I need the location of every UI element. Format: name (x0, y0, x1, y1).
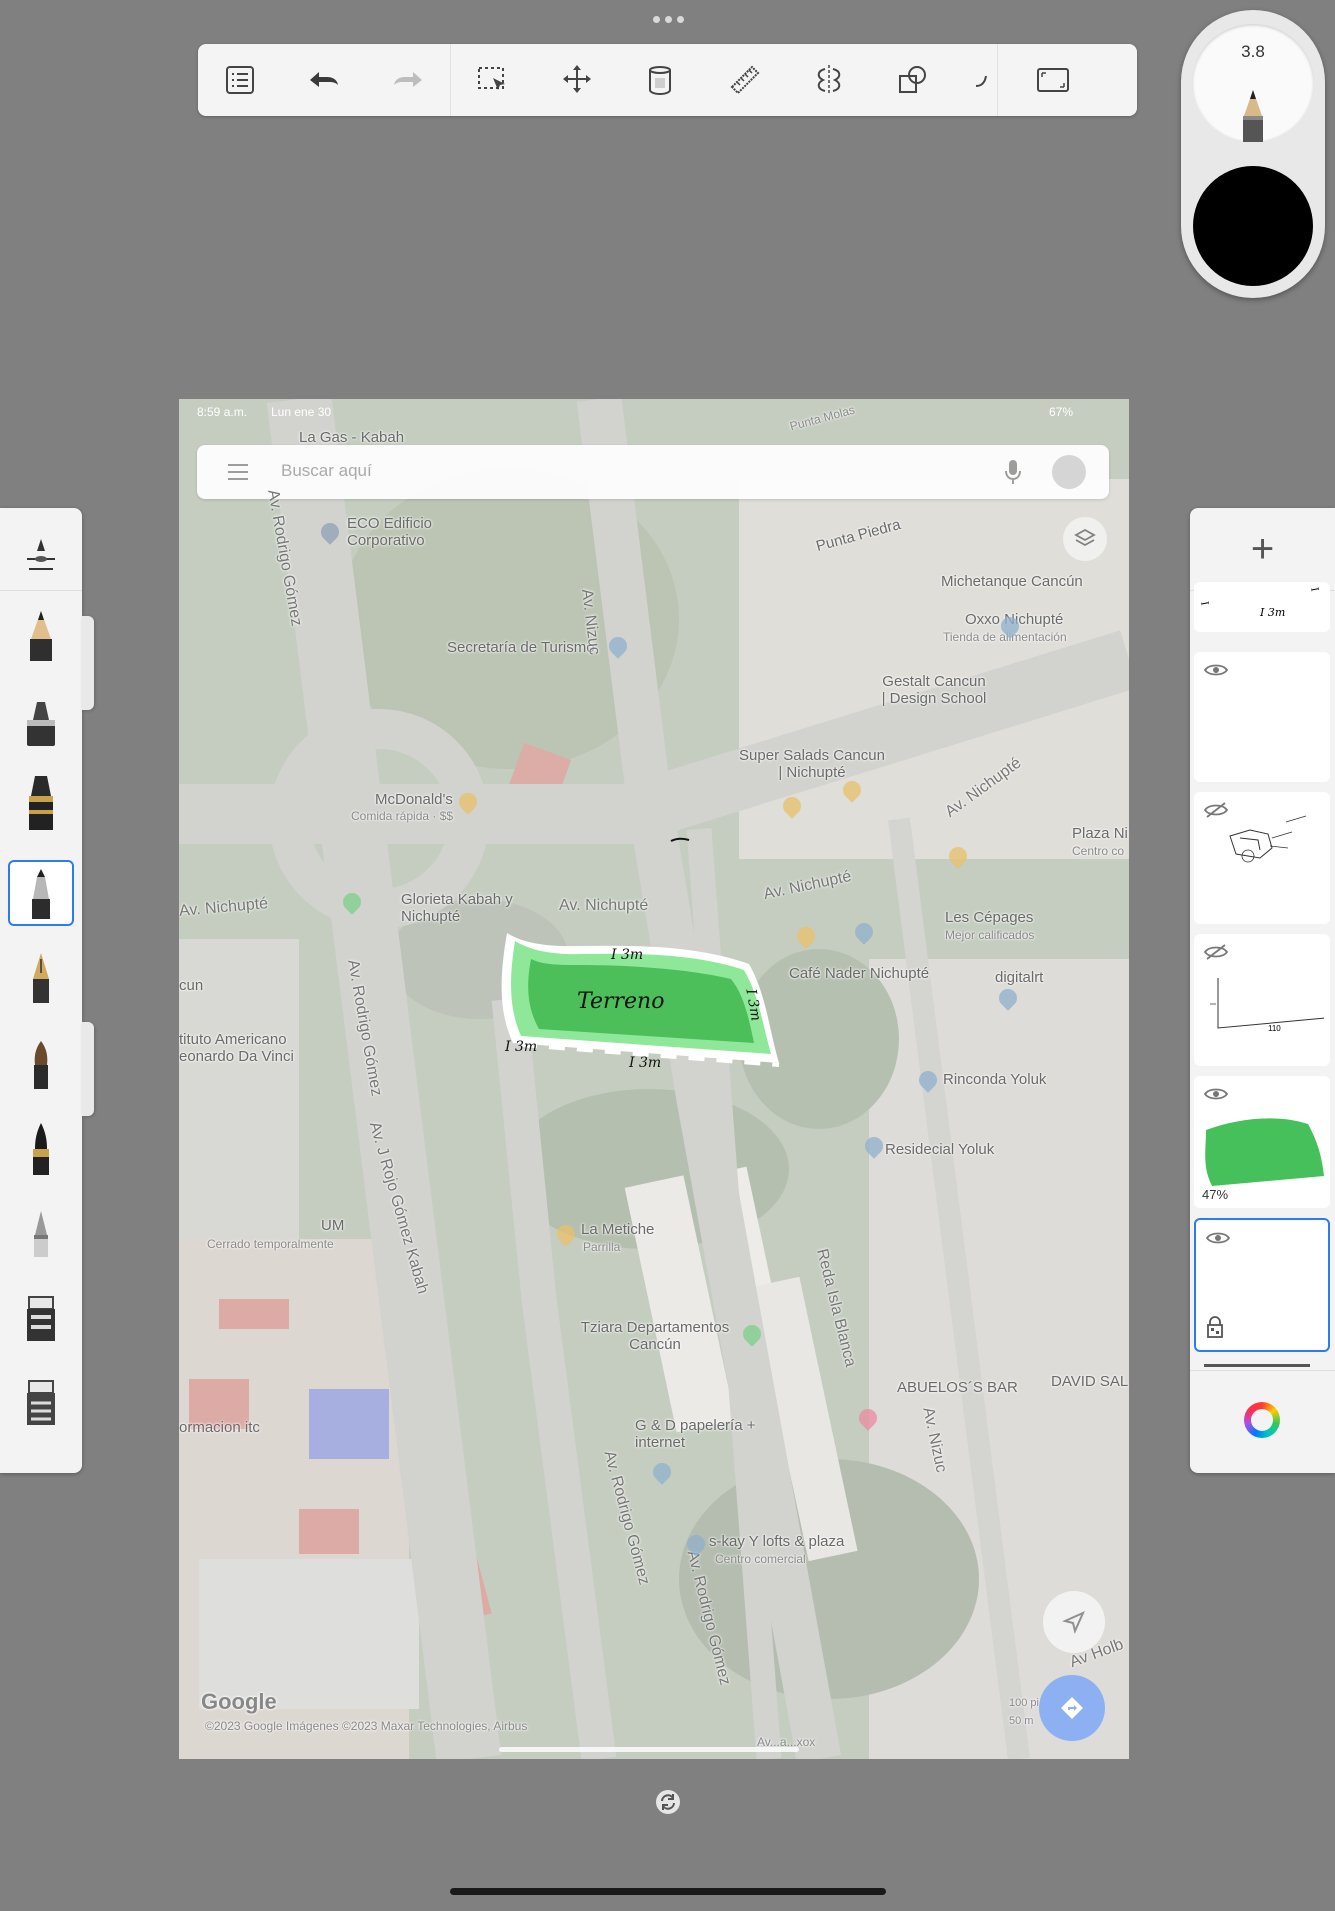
redo-button[interactable] (366, 44, 450, 116)
marker-icon (27, 702, 55, 746)
layer-opacity: 47% (1202, 1187, 1229, 1202)
dot (652, 15, 660, 23)
green-fill-thumbnail (1205, 1118, 1324, 1186)
ruler-icon (730, 65, 760, 95)
color-well[interactable] (1193, 166, 1313, 286)
layer-sketch[interactable] (1194, 792, 1330, 924)
redo-icon (394, 72, 422, 87)
stray-stroke (670, 837, 690, 842)
panel-divider (0, 590, 82, 591)
brush-opacity-slider[interactable] (82, 1022, 94, 1116)
dot (676, 15, 684, 23)
eye-hidden-icon[interactable] (1204, 944, 1228, 960)
eraser-icon (27, 1296, 55, 1341)
axes-thumbnail (1210, 978, 1324, 1029)
brush-size-value: 3.8 (1241, 42, 1265, 61)
calligraphy-pen-icon (33, 953, 49, 1003)
undo-icon (310, 72, 338, 87)
soft-eraser-icon (27, 1380, 55, 1425)
brush-paint-brush[interactable] (8, 1032, 74, 1098)
paint-bucket-icon (649, 66, 671, 96)
toolbar-group-history (198, 44, 450, 116)
fill-button[interactable] (619, 44, 703, 116)
brush-fountain-pen[interactable] (8, 770, 74, 836)
layer-thumb-text: 110 (1268, 1024, 1281, 1033)
list-icon (226, 66, 254, 94)
layer-green-fill[interactable]: 47% (1194, 1076, 1330, 1208)
layers-panel: + I 3m I I 110 47% (1190, 508, 1335, 1473)
brush-calligraphy-pen[interactable] (8, 946, 74, 1012)
undo-button[interactable] (282, 44, 366, 116)
fountain-pen-icon (29, 776, 53, 830)
top-toolbar (198, 44, 1137, 116)
fullscreen-icon (1037, 68, 1069, 92)
layer-axes[interactable]: 110 (1194, 934, 1330, 1066)
layers-list-button[interactable] (198, 44, 282, 116)
move-icon (563, 65, 591, 93)
brush-size-well[interactable]: 3.8 (1192, 24, 1314, 142)
brush-marker[interactable] (8, 690, 74, 756)
layer-thumb-mark: I (1198, 600, 1210, 607)
eye-icon[interactable] (1206, 1230, 1230, 1246)
selection-button[interactable] (451, 44, 535, 116)
pencil-icon (30, 611, 52, 661)
color-wheel-icon (1251, 1409, 1273, 1431)
add-layer-button[interactable]: + (1190, 508, 1335, 590)
symmetry-icon (817, 65, 841, 95)
lock-icon[interactable] (1206, 1316, 1224, 1338)
layer-dimensions[interactable]: I 3m I I (1194, 582, 1330, 632)
terreno-label: Terreno (577, 989, 665, 1014)
brush-library-panel (0, 508, 82, 1473)
paint-brush-icon (34, 1041, 48, 1089)
plus-icon: + (1250, 526, 1275, 571)
transform-button[interactable] (535, 44, 619, 116)
fullscreen-button[interactable] (998, 44, 1108, 116)
rotate-canvas-icon[interactable] (654, 1788, 682, 1816)
home-indicator[interactable] (450, 1888, 886, 1895)
brush-puck[interactable]: 3.8 (1181, 10, 1325, 298)
brush-eraser[interactable] (8, 1286, 74, 1352)
layer-empty[interactable] (1194, 652, 1330, 782)
terreno-annotation (501, 933, 780, 1067)
sketch-thumbnail (1229, 815, 1307, 863)
toolbar-group-view (998, 44, 1108, 116)
panel-divider (1190, 1370, 1335, 1371)
toolbar-group-tools (451, 44, 997, 116)
brush-technical-pen[interactable] (8, 860, 74, 926)
ruler-button[interactable] (703, 44, 787, 116)
layer-map[interactable] (1194, 1218, 1330, 1352)
brush-ink-brush[interactable] (8, 1116, 74, 1182)
drawing-canvas[interactable]: 8:59 a.m. Lun ene 30 67% Buscar aquí La … (179, 399, 1129, 1759)
brush-airbrush[interactable] (8, 1202, 74, 1268)
airbrush-icon (34, 1211, 48, 1257)
dim-top-label: I 3m (611, 947, 644, 963)
eye-icon[interactable] (1204, 1086, 1228, 1102)
dim-bottom-label: I 3m (629, 1055, 662, 1071)
pen-tip-icon (1243, 90, 1263, 142)
curve-icon (975, 75, 987, 87)
layer-peek (1204, 1364, 1310, 1367)
dim-left-label: I 3m (505, 1039, 538, 1055)
ink-brush-icon (33, 1123, 49, 1175)
symmetry-button[interactable] (787, 44, 871, 116)
brush-soft-eraser[interactable] (8, 1370, 74, 1436)
more-button[interactable] (955, 44, 997, 116)
brush-settings-icon (27, 539, 55, 570)
layer-thumb-mark: I (1308, 586, 1320, 593)
shapes-icon (899, 66, 926, 93)
shapes-button[interactable] (871, 44, 955, 116)
brush-pencil[interactable] (8, 604, 74, 670)
dot (664, 15, 672, 23)
eye-icon[interactable] (1204, 662, 1228, 678)
color-picker-button[interactable] (1244, 1402, 1280, 1438)
layer-thumb-text: I 3m (1260, 606, 1286, 619)
selection-icon (478, 67, 505, 90)
more-dots-handle[interactable] (648, 12, 688, 26)
brush-settings-button[interactable] (8, 522, 74, 588)
brush-size-slider[interactable] (82, 616, 94, 710)
technical-pen-icon (32, 869, 50, 919)
